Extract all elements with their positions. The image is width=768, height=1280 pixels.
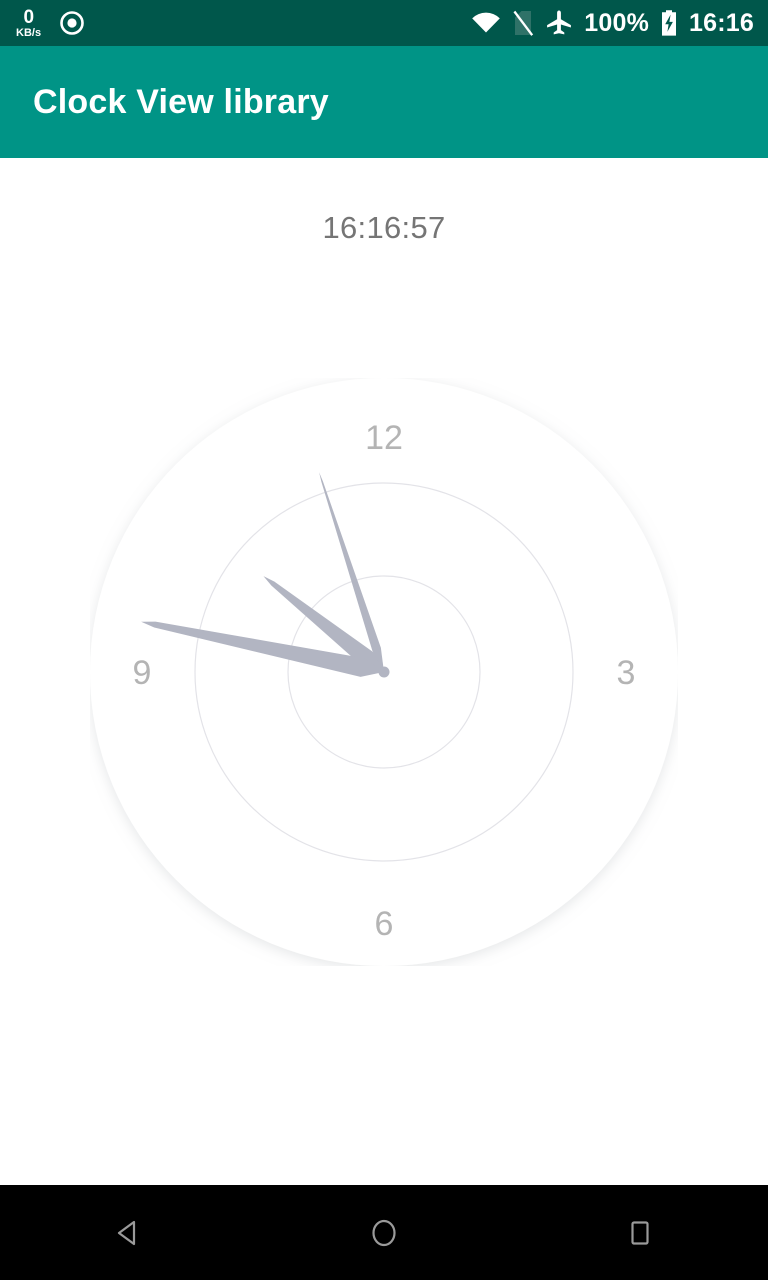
network-speed-unit: KB/s (16, 26, 42, 39)
clock-numeral-6: 6 (375, 905, 394, 943)
status-bar-right-group: 100% 16:16 (471, 9, 754, 38)
clock-numeral-9: 9 (133, 654, 152, 692)
android-navigation-bar (0, 1185, 768, 1280)
square-recents-icon (623, 1216, 657, 1250)
battery-charging-icon (660, 9, 678, 37)
nav-back-button[interactable] (0, 1185, 256, 1280)
clock-numeral-3: 3 (617, 654, 636, 692)
app-bar: Clock View library (0, 46, 768, 158)
record-dot-icon (59, 10, 85, 36)
nav-home-button[interactable] (256, 1185, 512, 1280)
no-sim-icon (512, 10, 534, 36)
status-bar[interactable]: 0 KB/s 100% 16:16 (0, 0, 768, 46)
network-speed-indicator: 0 KB/s (16, 8, 41, 39)
clock-numeral-12: 12 (365, 419, 403, 457)
main-content: 16:16:57 12 3 6 9 (0, 158, 768, 1185)
airplane-mode-icon (545, 9, 573, 37)
status-bar-left-group: 0 KB/s (16, 8, 85, 39)
clock-center-hub (378, 666, 390, 678)
network-speed-value: 0 (23, 6, 34, 28)
digital-clock-label: 16:16:57 (322, 210, 446, 245)
analog-clock-view[interactable]: 12 3 6 9 (90, 378, 678, 966)
nav-recents-button[interactable] (512, 1185, 768, 1280)
triangle-back-icon (111, 1216, 145, 1250)
battery-percent-label: 100% (584, 8, 650, 37)
wifi-icon (471, 11, 501, 35)
circle-home-icon (367, 1216, 401, 1250)
app-bar-title: Clock View library (33, 82, 329, 121)
status-bar-clock: 16:16 (689, 8, 754, 37)
